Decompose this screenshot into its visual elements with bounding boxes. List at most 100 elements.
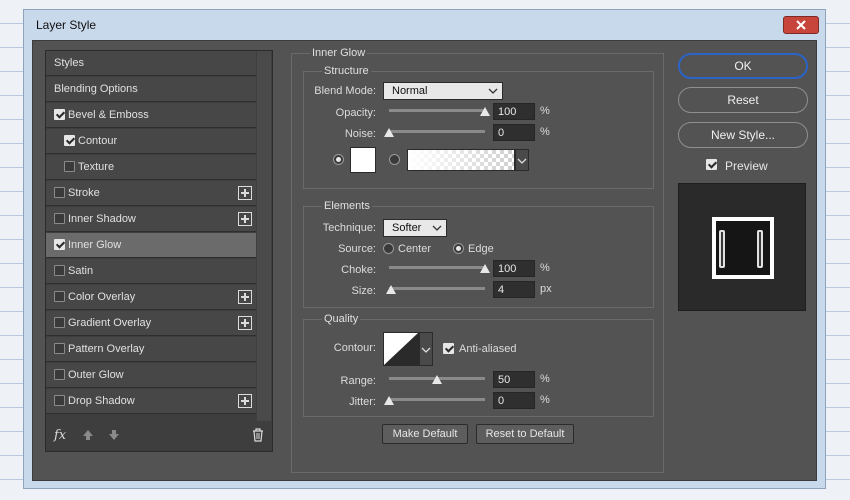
opacity-slider-track[interactable]: [389, 109, 485, 112]
inner-shadow-checkbox[interactable]: [54, 213, 65, 224]
title-bar[interactable]: Layer Style: [24, 10, 825, 40]
add-color-overlay-icon[interactable]: [238, 290, 252, 304]
blend-mode-label: Blend Mode:: [314, 85, 376, 97]
close-button[interactable]: [783, 16, 819, 34]
gradient-swatch[interactable]: [407, 149, 515, 171]
chevron-down-icon: [421, 347, 431, 353]
add-drop-shadow-icon[interactable]: [238, 394, 252, 408]
add-inner-shadow-icon[interactable]: [238, 212, 252, 226]
source-center-label: Center: [398, 243, 432, 255]
style-item-gradient-overlay[interactable]: Gradient Overlay: [46, 311, 256, 336]
opacity-label: Opacity:: [335, 107, 376, 119]
gradient-overlay-checkbox[interactable]: [54, 317, 65, 328]
bevel-emboss-checkbox[interactable]: [54, 109, 65, 120]
move-up-icon[interactable]: [82, 429, 94, 441]
styles-list-scrollbar[interactable]: [257, 51, 271, 421]
trash-icon[interactable]: [252, 428, 264, 442]
style-item-contour[interactable]: Contour: [46, 129, 256, 154]
structure-title: Structure: [322, 65, 371, 77]
style-item-drop-shadow[interactable]: Drop Shadow: [46, 389, 256, 414]
style-item-pattern-overlay[interactable]: Pattern Overlay: [46, 337, 256, 362]
style-item-label: Gradient Overlay: [68, 317, 152, 329]
glow-color-swatch[interactable]: [350, 147, 376, 173]
jitter-unit: %: [540, 394, 550, 406]
style-item-texture[interactable]: Texture: [46, 155, 256, 180]
style-item-color-overlay[interactable]: Color Overlay: [46, 285, 256, 310]
styles-list: Styles Blending Options Bevel & Emboss Cont…: [45, 50, 273, 452]
source-edge-radio[interactable]: [453, 243, 464, 254]
size-label: Size:: [351, 285, 376, 297]
style-item-blending-options[interactable]: Blending Options: [46, 77, 256, 102]
anti-aliased-checkbox[interactable]: [443, 343, 454, 354]
contour-swatch[interactable]: [383, 332, 419, 366]
preview-checkbox[interactable]: [706, 159, 717, 170]
inner-glow-checkbox[interactable]: [54, 239, 65, 250]
style-item-inner-shadow[interactable]: Inner Shadow: [46, 207, 256, 232]
quality-title: Quality: [322, 313, 361, 325]
contour-checkbox[interactable]: [64, 135, 75, 146]
outer-glow-checkbox[interactable]: [54, 369, 65, 380]
range-unit: %: [540, 373, 550, 385]
add-stroke-icon[interactable]: [238, 186, 252, 200]
move-down-icon[interactable]: [108, 429, 120, 441]
stroke-checkbox[interactable]: [54, 187, 65, 198]
solid-color-radio[interactable]: [333, 154, 344, 165]
style-item-label: Satin: [68, 265, 94, 277]
window-title: Layer Style: [36, 18, 97, 32]
style-item-styles[interactable]: Styles: [46, 51, 256, 76]
blend-mode-select[interactable]: Normal: [383, 82, 503, 100]
chevron-down-icon: [488, 88, 498, 94]
noise-input[interactable]: 0: [493, 124, 535, 141]
jitter-slider-track[interactable]: [389, 398, 485, 401]
pattern-overlay-checkbox[interactable]: [54, 343, 65, 354]
chevron-down-icon: [432, 225, 442, 231]
style-item-stroke[interactable]: Stroke: [46, 181, 256, 206]
choke-slider-thumb[interactable]: [480, 264, 490, 273]
technique-value: Softer: [392, 222, 422, 234]
choke-input[interactable]: 100: [493, 260, 535, 277]
opacity-input[interactable]: 100: [493, 103, 535, 120]
add-effect-button[interactable]: fx: [54, 428, 66, 443]
gradient-radio[interactable]: [389, 154, 400, 165]
close-icon: [796, 20, 806, 30]
choke-slider-track[interactable]: [389, 266, 485, 269]
structure-group: Structure Blend Mode: Normal Opacity: 10…: [303, 65, 654, 189]
style-item-label: Styles: [54, 57, 84, 69]
noise-slider-track[interactable]: [389, 130, 485, 133]
style-item-label: Texture: [78, 161, 115, 173]
style-item-label: Contour: [78, 135, 118, 147]
style-item-inner-glow[interactable]: Inner Glow: [46, 233, 256, 258]
contour-picker-button[interactable]: [419, 332, 433, 366]
range-slider-thumb[interactable]: [432, 375, 442, 384]
noise-slider-thumb[interactable]: [384, 128, 394, 137]
size-unit: px: [540, 283, 552, 295]
new-style-button[interactable]: New Style...: [678, 122, 808, 148]
style-item-bevel-emboss[interactable]: Bevel & Emboss: [46, 103, 256, 128]
style-item-satin[interactable]: Satin: [46, 259, 256, 284]
technique-select[interactable]: Softer: [383, 219, 447, 237]
opacity-slider-thumb[interactable]: [480, 107, 490, 116]
size-input[interactable]: 4: [493, 281, 535, 298]
range-input[interactable]: 50: [493, 371, 535, 388]
make-default-button[interactable]: Make Default: [382, 424, 468, 444]
style-item-label: Inner Glow: [68, 239, 122, 251]
styles-list-footer: fx: [46, 421, 272, 451]
contour-curve-icon: [384, 333, 418, 365]
reset-to-default-button[interactable]: Reset to Default: [476, 424, 574, 444]
reset-button[interactable]: Reset: [678, 87, 808, 113]
color-overlay-checkbox[interactable]: [54, 291, 65, 302]
drop-shadow-checkbox[interactable]: [54, 395, 65, 406]
style-item-outer-glow[interactable]: Outer Glow: [46, 363, 256, 388]
add-gradient-overlay-icon[interactable]: [238, 316, 252, 330]
jitter-slider-thumb[interactable]: [384, 396, 394, 405]
ok-button[interactable]: OK: [678, 53, 808, 79]
texture-checkbox[interactable]: [64, 161, 75, 172]
gradient-picker-button[interactable]: [515, 149, 529, 171]
style-item-label: Pattern Overlay: [68, 343, 145, 355]
satin-checkbox[interactable]: [54, 265, 65, 276]
jitter-input[interactable]: 0: [493, 392, 535, 409]
size-slider-thumb[interactable]: [385, 285, 396, 294]
source-center-radio[interactable]: [383, 243, 394, 254]
elements-group: Elements Technique: Softer Source: Cente…: [303, 200, 654, 308]
size-slider-track[interactable]: [389, 287, 485, 290]
